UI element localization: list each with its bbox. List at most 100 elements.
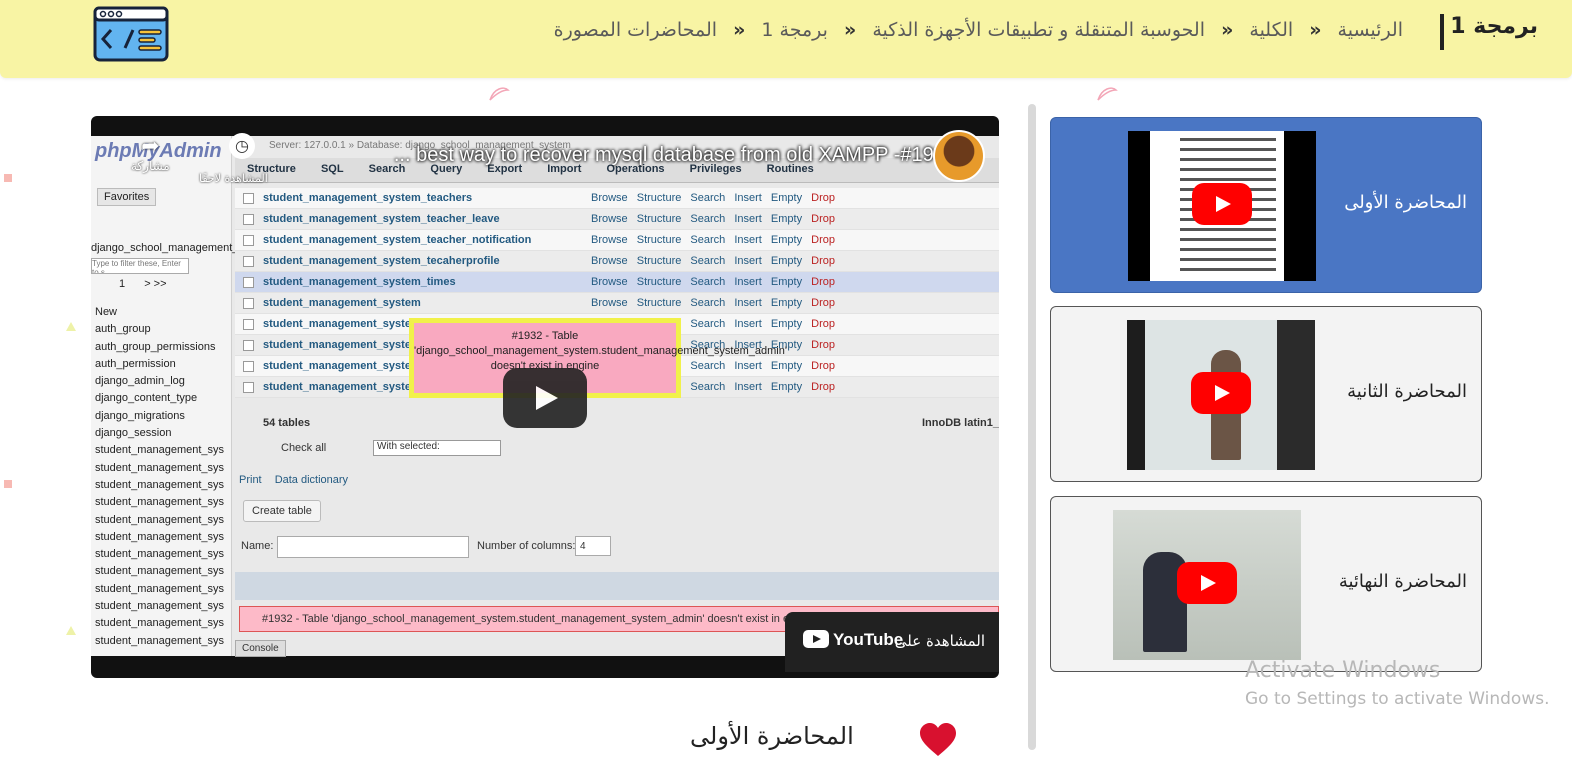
pma-print-links: Print Data dictionary <box>239 474 348 486</box>
row-checkbox <box>243 340 254 351</box>
activate-subtitle: Go to Settings to activate Windows. <box>1245 689 1550 709</box>
pma-tree-item: student_management_sys <box>95 530 225 543</box>
pma-name-input <box>277 536 469 558</box>
square-decoration <box>4 174 12 182</box>
square-decoration <box>4 480 12 488</box>
pma-check-all: Check all <box>281 442 327 454</box>
row-drop: Drop <box>811 297 835 309</box>
table-name: student_management_system <box>263 360 421 372</box>
pma-tree-item: student_management_sys <box>95 634 225 647</box>
pma-tree-item: auth_group <box>95 323 151 336</box>
share-button[interactable]: ➦ مشاركة <box>131 134 170 173</box>
breadcrumb-home[interactable]: الرئيسية <box>1338 19 1403 41</box>
breadcrumb-separator: « <box>844 19 857 41</box>
pma-blue-bar <box>235 572 999 600</box>
table-name: student_management_system_teacher_notifi… <box>263 234 532 246</box>
table-name: student_management_system <box>263 297 421 309</box>
row-actions: Browse Structure Search Insert Empty Dro… <box>591 255 835 267</box>
row-drop: Drop <box>811 276 835 288</box>
row-actions: Browse Structure Search Insert Empty Dro… <box>591 192 835 204</box>
pma-tree-item: auth_group_permissions <box>95 340 216 353</box>
pma-tree-item: New <box>95 306 118 318</box>
pma-data-dictionary: Data dictionary <box>274 474 349 486</box>
pma-tree: New auth_group auth_group_permissions au… <box>95 304 227 650</box>
popup-line: #1932 - Table <box>511 330 579 342</box>
row-drop: Drop <box>811 318 835 330</box>
table-name: student_management_system_times <box>263 276 456 288</box>
video-thumbnail <box>1127 320 1315 470</box>
code-window-icon[interactable] <box>93 6 169 62</box>
pma-tree-item: auth_permission <box>95 357 176 370</box>
triangle-decoration <box>66 322 76 331</box>
breadcrumb-separator: « <box>1309 19 1322 41</box>
row-drop: Drop <box>811 255 835 267</box>
table-name: student_management_system_teacher_leave <box>263 213 500 225</box>
video-player[interactable]: phpMyAdmin Favorites django_school_manag… <box>91 116 999 678</box>
share-icon: ➦ <box>141 134 160 159</box>
row-checkbox <box>243 214 254 225</box>
heart-icon[interactable] <box>918 722 958 758</box>
vertical-scrollbar[interactable] <box>1028 104 1036 750</box>
current-lecture-title: المحاضرة الأولى <box>690 722 854 750</box>
pma-tree-item: student_management_sys <box>95 582 225 595</box>
row-checkbox <box>243 298 254 309</box>
youtube-logo-icon <box>803 630 829 648</box>
row-checkbox <box>243 277 254 288</box>
youtube-play-icon <box>1177 562 1237 604</box>
video-title[interactable]: best way to recover mysql database from … <box>316 144 956 167</box>
table-name: student_management_system_tecaherprofile <box>263 255 500 267</box>
activate-windows-watermark: Activate Windows Go to Settings to activ… <box>1245 658 1550 709</box>
row-actions-label: Browse Structure Search Insert Empty <box>591 234 803 246</box>
watch-later-label[interactable]: المشاهدة لاحقًا <box>199 172 268 185</box>
leaf-decoration-icon <box>489 87 510 101</box>
row-checkbox <box>243 382 254 393</box>
pma-favorites: Favorites <box>97 188 157 206</box>
playlist-item-lecture-2[interactable]: المحاضرة الثانية <box>1050 306 1482 482</box>
activate-title: Activate Windows <box>1245 658 1441 683</box>
playlist-item-lecture-final[interactable]: المحاضرة النهائية <box>1050 496 1482 672</box>
pma-tree-item: student_management_sys <box>95 513 225 526</box>
breadcrumb: الرئيسية « الكلية « الحوسبة المتنقلة و ت… <box>550 19 1407 41</box>
share-label: مشاركة <box>131 159 170 173</box>
breadcrumb-department[interactable]: الحوسبة المتنقلة و تطبيقات الأجهزة الذكي… <box>872 19 1205 41</box>
pma-print: Print <box>239 474 262 486</box>
channel-avatar[interactable] <box>933 130 985 182</box>
pma-tree-item: student_management_sys <box>95 565 225 578</box>
popup-line: 'django_school_management_system.student… <box>414 345 787 357</box>
breadcrumb-course[interactable]: برمجة 1 <box>761 19 828 41</box>
pma-table-row: student_management_system Browse Structu… <box>235 293 999 314</box>
row-checkbox <box>243 319 254 330</box>
clock-icon[interactable]: ◷ <box>229 133 255 159</box>
row-actions: Browse Structure Search Insert Empty Dro… <box>591 276 835 288</box>
row-actions: Browse Structure Search Insert Empty Dro… <box>591 213 835 225</box>
pma-table-row: student_management_system_teacher_leave … <box>235 209 999 230</box>
course-title: برمجة 1 <box>1450 14 1538 39</box>
pma-tree-item: django_session <box>95 427 172 440</box>
row-checkbox <box>243 193 254 204</box>
pma-tree-item: student_management_sys <box>95 548 225 561</box>
pma-db-name: django_school_management_ <box>91 242 239 254</box>
table-name: student_management_system_teachers <box>263 192 473 204</box>
watch-on-youtube-button[interactable]: YouTube المشاهدة على <box>785 612 999 672</box>
pma-page-select: 1 > >> <box>119 278 167 290</box>
video-thumbnail <box>1113 510 1301 660</box>
pma-table-row: student_management_system_tecaherprofile… <box>235 251 999 272</box>
pma-tree-item: django_admin_log <box>95 375 185 388</box>
playlist-item-lecture-1[interactable]: المحاضرة الأولى <box>1050 117 1482 293</box>
row-drop: Drop <box>811 234 835 246</box>
pma-page-nav: > >> <box>144 278 167 290</box>
youtube-play-icon <box>1191 372 1251 414</box>
pma-table-row: student_management_system_teachers Brows… <box>235 188 999 209</box>
breadcrumb-separator: « <box>1221 19 1234 41</box>
row-actions: Browse Structure Search Insert Empty Dro… <box>591 234 835 246</box>
row-actions-label: Browse Structure Search Insert Empty <box>591 213 803 225</box>
breadcrumb-college[interactable]: الكلية <box>1249 19 1293 41</box>
pma-tree-item: student_management_sys <box>95 600 225 613</box>
watch-on-label: المشاهدة على <box>894 632 985 650</box>
row-actions-label: Browse Structure Search Insert Empty <box>591 192 803 204</box>
pma-columns-input: 4 <box>575 536 611 556</box>
table-name: student_management_system <box>263 339 421 351</box>
play-button[interactable] <box>503 368 587 428</box>
pma-page-value: 1 <box>119 278 126 290</box>
pma-filter-input: Type to filter these, Enter to s <box>91 258 189 274</box>
